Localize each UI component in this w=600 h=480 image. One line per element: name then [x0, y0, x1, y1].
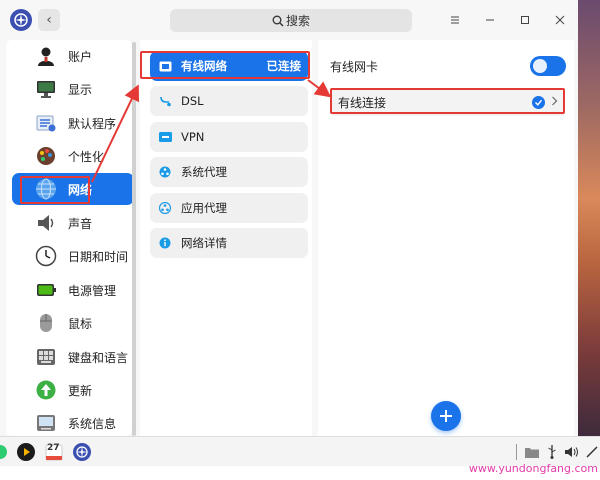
sound-icon [34, 211, 58, 235]
personalization-icon [34, 144, 58, 168]
control-center-icon[interactable] [72, 442, 92, 462]
tray-divider [514, 442, 520, 462]
sidebar-item-label: 鼠标 [68, 316, 93, 331]
toggle-knob [533, 59, 547, 73]
wired-card-toggle[interactable] [530, 56, 566, 76]
search-placeholder: 搜索 [285, 14, 310, 28]
plus-icon [440, 410, 452, 422]
sidebar-item-label: 系统信息 [68, 416, 117, 431]
media-player-icon[interactable] [16, 442, 36, 462]
volume-icon[interactable] [562, 442, 582, 462]
sidebar-item-keyboard[interactable]: 键盘和语言 [12, 341, 134, 373]
watermark-text: www.yundongfang.com [468, 462, 598, 475]
back-button[interactable]: ‹ [38, 9, 60, 31]
sidebar-item-label: 声音 [68, 216, 93, 231]
menu-button[interactable] [445, 10, 465, 30]
network-menu-item-dsl[interactable]: DSL [150, 86, 308, 116]
maximize-icon [521, 16, 529, 24]
default-apps-icon [34, 111, 58, 135]
search-icon [272, 15, 284, 26]
sidebar-item-sound[interactable]: 声音 [12, 207, 134, 239]
maximize-button[interactable] [515, 10, 535, 30]
dsl-icon [158, 94, 172, 108]
sidebar-item-label: 默认程序 [68, 116, 117, 131]
network-menu-label: 系统代理 [181, 165, 227, 179]
network-menu-item-vpn[interactable]: VPN [150, 122, 308, 152]
sidebar-item-datetime[interactable]: 日期和时间 [12, 240, 134, 272]
clock-icon [34, 244, 58, 268]
wired-card-label: 有线网卡 [330, 59, 379, 74]
search-input[interactable]: 搜索 [170, 9, 412, 32]
desktop-wallpaper [578, 0, 600, 440]
network-menu-item-details[interactable]: 网络详情 [150, 228, 308, 258]
app-proxy-icon [158, 201, 172, 215]
sidebar-item-label: 更新 [68, 383, 93, 398]
battery-icon [34, 278, 58, 302]
sidebar-item-display[interactable]: 显示 [12, 73, 134, 105]
control-center-window: ‹ 搜索 账户 显示 默认程序 个性化 网络 声音 日期和时间 电源管理 鼠标 … [0, 0, 578, 440]
wired-card-row: 有线网卡 [330, 54, 566, 78]
account-icon [34, 44, 58, 68]
annotation-box-connection [330, 88, 565, 114]
sidebar-item-label: 个性化 [68, 149, 105, 164]
sidebar-item-default-apps[interactable]: 默认程序 [12, 107, 134, 139]
sidebar-item-mouse[interactable]: 鼠标 [12, 307, 134, 339]
sidebar-item-label: 账户 [68, 49, 93, 64]
sidebar-item-label: 电源管理 [68, 283, 117, 298]
sidebar-item-system-info[interactable]: 系统信息 [12, 407, 134, 439]
update-icon [34, 378, 58, 402]
sidebar-scrollbar[interactable] [132, 42, 136, 436]
network-menu-label: 应用代理 [181, 201, 227, 215]
sidebar-item-label: 日期和时间 [68, 249, 129, 264]
keyboard-icon [34, 345, 58, 369]
network-menu-item-app-proxy[interactable]: 应用代理 [150, 193, 308, 223]
network-menu: 有线网络 已连接 DSL VPN 系统代理 应用代理 网络详情 [140, 40, 312, 436]
close-icon [555, 15, 565, 25]
minimize-icon [486, 19, 494, 21]
usb-icon[interactable] [542, 442, 562, 462]
chevron-left-icon: ‹ [46, 12, 52, 28]
add-connection-button[interactable] [431, 401, 461, 431]
close-button[interactable] [550, 10, 570, 30]
app-green-icon[interactable] [0, 442, 8, 462]
folder-icon[interactable] [522, 442, 542, 462]
titlebar: ‹ 搜索 [0, 0, 578, 40]
network-menu-item-system-proxy[interactable]: 系统代理 [150, 157, 308, 187]
info-icon [158, 236, 172, 250]
system-proxy-icon [158, 165, 172, 179]
annotation-box-wired [140, 51, 310, 79]
vpn-icon [158, 130, 172, 144]
network-menu-label: 网络详情 [181, 236, 227, 250]
sidebar-item-update[interactable]: 更新 [12, 374, 134, 406]
sidebar-item-power[interactable]: 电源管理 [12, 274, 134, 306]
mouse-icon [34, 311, 58, 335]
sidebar-item-account[interactable]: 账户 [12, 40, 134, 72]
pen-icon[interactable] [582, 442, 600, 462]
display-icon [34, 77, 58, 101]
annotation-box-network [20, 176, 90, 204]
system-info-icon [34, 411, 58, 435]
minimize-button[interactable] [480, 10, 500, 30]
sidebar-item-label: 键盘和语言 [68, 350, 129, 365]
sidebar: 账户 显示 默认程序 个性化 网络 声音 日期和时间 电源管理 鼠标 键盘和语言… [6, 40, 134, 439]
sidebar-item-personalization[interactable]: 个性化 [12, 140, 134, 172]
calendar-date: 27 [47, 443, 60, 453]
menu-icon [451, 16, 459, 24]
network-menu-label: VPN [181, 130, 205, 144]
network-menu-label: DSL [181, 94, 204, 108]
calendar-icon[interactable]: 27 [44, 442, 64, 462]
sidebar-item-label: 显示 [68, 82, 93, 97]
app-logo-icon [10, 9, 32, 31]
